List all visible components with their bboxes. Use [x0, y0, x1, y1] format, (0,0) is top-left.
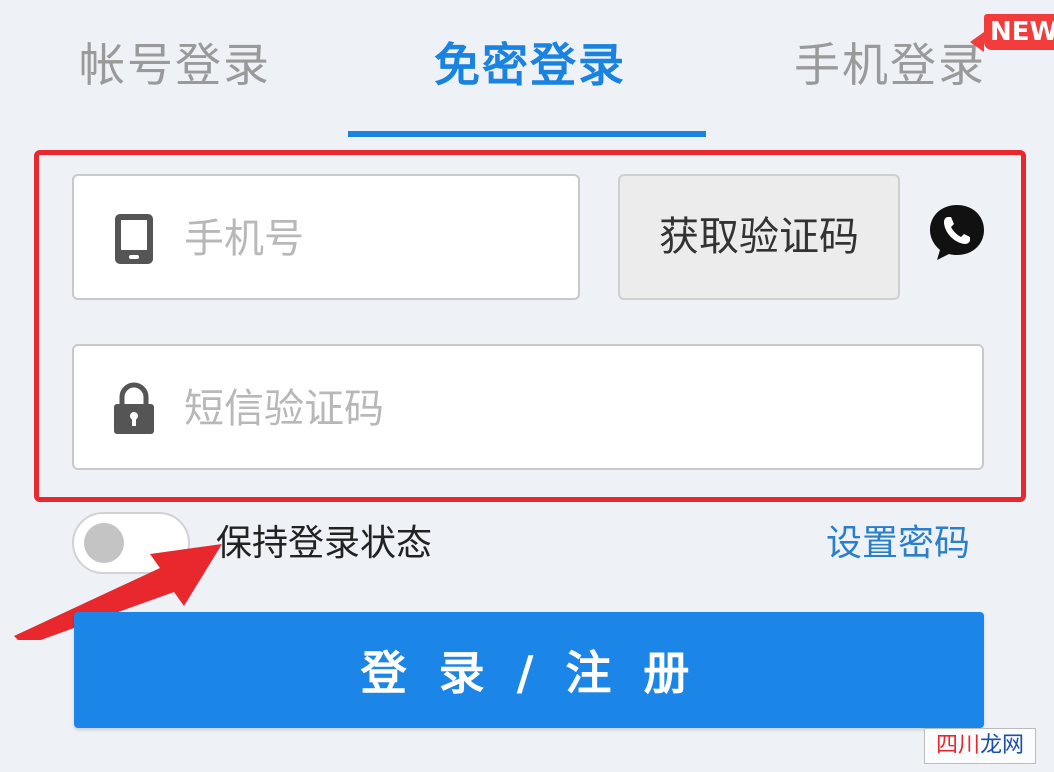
mobile-phone-icon	[115, 214, 153, 264]
voice-call-icon[interactable]	[928, 202, 986, 262]
sms-code-input[interactable]	[182, 366, 966, 452]
active-tab-indicator	[348, 131, 706, 137]
login-tabs: 帐号登录 免密登录 手机登录 NEW	[0, 0, 1054, 140]
watermark-part-2: 龙网	[980, 733, 1025, 758]
set-password-link[interactable]: 设置密码	[826, 518, 970, 570]
sms-code-field[interactable]	[72, 344, 984, 470]
new-badge: NEW	[969, 14, 1054, 52]
watermark-part-1: 四川	[935, 733, 980, 758]
phone-field[interactable]	[72, 174, 580, 300]
get-code-button[interactable]: 获取验证码	[618, 174, 900, 300]
keep-login-label: 保持登录状态	[216, 523, 433, 564]
tab-passwordless-login[interactable]: 免密登录	[400, 30, 660, 100]
tab-phone-login[interactable]: 手机登录	[780, 30, 1000, 100]
watermark: 四川龙网	[924, 728, 1036, 764]
lock-icon	[114, 382, 154, 434]
phone-input[interactable]	[182, 196, 566, 282]
login-register-button[interactable]: 登 录 / 注 册	[74, 612, 984, 728]
tab-account-login[interactable]: 帐号登录	[60, 30, 290, 100]
